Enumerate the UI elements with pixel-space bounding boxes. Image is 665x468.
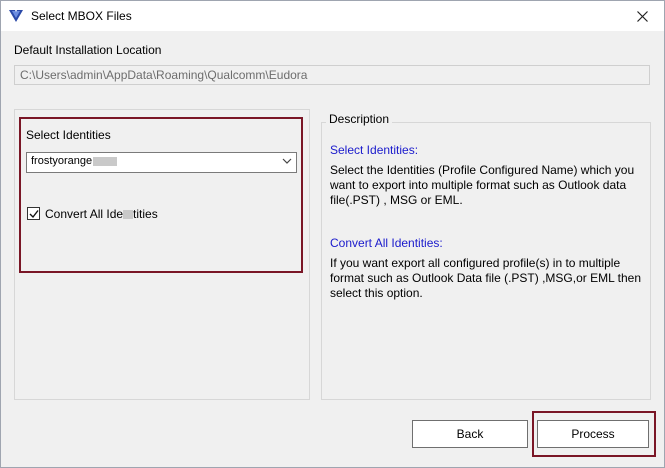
app-shield-icon [9,10,23,22]
redacted-mark [123,210,134,220]
convert-all-label-part1: Convert All Ide [45,207,124,221]
chevron-down-icon [282,158,292,164]
identity-dropdown[interactable]: frostyorange [26,152,297,173]
identity-dropdown-value: frostyorange [31,155,93,167]
convert-all-description: If you want export all configured profil… [330,256,641,300]
select-identities-heading: Select Identities: [330,143,419,157]
back-button[interactable]: Back [412,420,528,448]
title-bar: Select MBOX Files [1,1,664,31]
close-button[interactable] [620,1,664,31]
convert-all-label-part2: tities [133,207,158,221]
process-button[interactable]: Process [537,420,649,448]
convert-all-label[interactable]: Convert All Ide tities [45,207,158,221]
install-location-label: Default Installation Location [14,43,162,57]
window-title: Select MBOX Files [31,9,132,23]
checkmark-icon [29,209,39,218]
install-location-field: C:\Users\admin\AppData\Roaming\Qualcomm\… [14,65,650,85]
description-legend: Description [326,112,393,126]
convert-all-heading: Convert All Identities: [330,236,443,250]
select-identities-description: Select the Identities (Profile Configure… [330,163,635,207]
convert-all-checkbox[interactable] [27,207,40,220]
select-identities-label: Select Identities [26,128,111,142]
redacted-mark [93,156,118,166]
close-icon [636,10,648,22]
dialog-window: Select MBOX Files Default Installation L… [0,0,665,468]
